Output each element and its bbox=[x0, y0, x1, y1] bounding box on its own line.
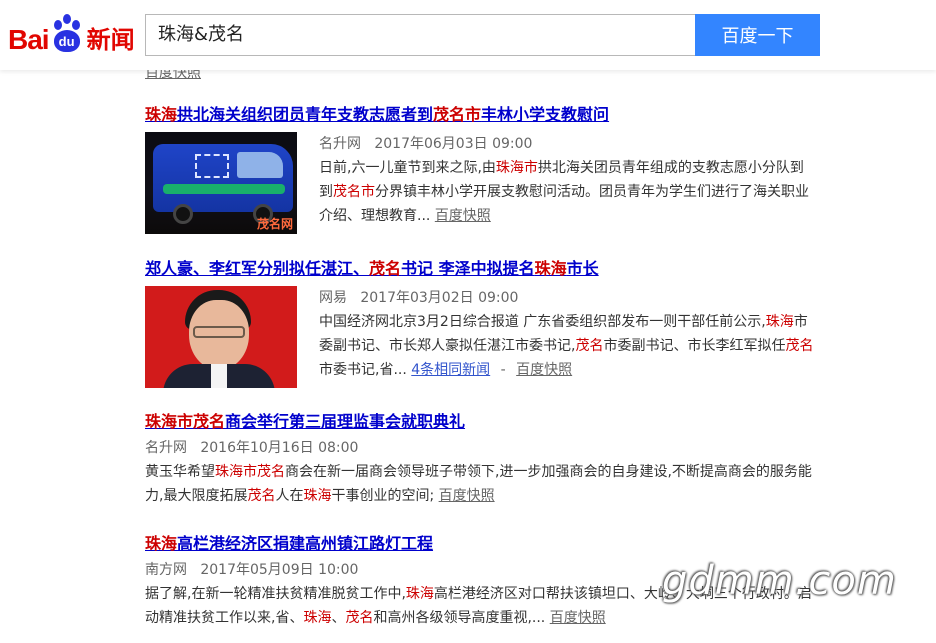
result-meta: 网易 2017年03月02日 09:00 bbox=[319, 286, 814, 310]
text-segment: 郑人豪、李红军分别拟任湛江、 bbox=[145, 259, 370, 278]
logo-du-text: du bbox=[53, 30, 80, 52]
text-segment: 据了解,在新一轮精准扶贫精准脱贫工作中, bbox=[145, 586, 406, 602]
result-title-link[interactable]: 珠海市茂名商会举行第三届理监事会就职典礼 bbox=[145, 411, 825, 433]
highlighted-keyword: 茂名 bbox=[345, 610, 374, 626]
text-segment: 拱北海关组织团员青年支教志愿者到 bbox=[177, 105, 434, 124]
result-summary: 日前,六一儿童节到来之际,由珠海市拱北海关团员青年组成的支教志愿小分队到到茂名市… bbox=[319, 156, 814, 228]
result-source: 南方网 bbox=[145, 562, 187, 578]
text-segment: 中国经济网北京3月2日综合报道 广东省委组织部发布一则干部任前公示, bbox=[319, 314, 766, 330]
result-source: 名升网 bbox=[145, 440, 187, 456]
news-result-2: 郑人豪、李红军分别拟任湛江、茂名书记 李泽中拟提名珠海市长 网易 2017年03… bbox=[145, 258, 825, 388]
highlighted-keyword: 茂名 bbox=[575, 338, 604, 354]
text-segment: 书记 李泽中拟提名 bbox=[401, 259, 535, 278]
text-segment: 日前,六一儿童节到来之际,由 bbox=[319, 160, 496, 176]
search-button[interactable]: 百度一下 bbox=[695, 14, 820, 56]
search-input[interactable]: 珠海&茂名 bbox=[145, 14, 696, 56]
logo-bai-text: Bai bbox=[8, 24, 50, 55]
paw-icon: du bbox=[50, 14, 84, 54]
thumbnail-watermark: 茂名网 bbox=[256, 217, 293, 231]
highlighted-keyword: 茂名 bbox=[247, 488, 276, 504]
result-summary: 中国经济网北京3月2日综合报道 广东省委组织部发布一则干部任前公示,珠海市委副书… bbox=[319, 310, 814, 382]
site-watermark: gdmm.com bbox=[662, 558, 897, 604]
text-segment: 丰林小学支教慰问 bbox=[481, 105, 610, 124]
highlighted-keyword: 珠海 bbox=[303, 610, 332, 626]
result-title-link[interactable]: 郑人豪、李红军分别拟任湛江、茂名书记 李泽中拟提名珠海市长 bbox=[145, 258, 825, 280]
text-segment: 市委副书记、市长李红军拟任 bbox=[603, 338, 786, 354]
highlighted-keyword: 茂名 bbox=[785, 338, 814, 354]
result-date: 2017年03月02日 09:00 bbox=[360, 290, 519, 306]
logo-news-text: 新闻 bbox=[86, 26, 135, 54]
highlighted-keyword: 茂名市 bbox=[433, 105, 482, 124]
result-date: 2017年05月09日 10:00 bbox=[200, 562, 359, 578]
news-result-1: 珠海拱北海关组织团员青年支教志愿者到茂名市丰林小学支教慰问 茂名网 名升网 20… bbox=[145, 104, 825, 234]
highlighted-keyword: 珠海 bbox=[405, 586, 434, 602]
text-segment: 分界镇丰林小学开展支教慰问活动。团员青年为学生们进行了海关职业介绍、理想教育..… bbox=[319, 184, 809, 224]
result-source: 网易 bbox=[319, 290, 347, 306]
related-news-link[interactable]: 4条相同新闻 bbox=[411, 362, 490, 378]
result-meta: 名升网 2016年10月16日 08:00 bbox=[145, 436, 825, 460]
text-segment: 人在 bbox=[275, 488, 304, 504]
result-summary: 黄玉华希望珠海市茂名商会在新一届商会领导班子带领下,进一步加强商会的自身建设,不… bbox=[145, 460, 825, 508]
result-source: 名升网 bbox=[319, 136, 361, 152]
text-segment: 和高州各级领导高度重视,... bbox=[373, 610, 546, 626]
news-result-3: 珠海市茂名商会举行第三届理监事会就职典礼 名升网 2016年10月16日 08:… bbox=[145, 411, 825, 508]
result-thumbnail[interactable]: 茂名网 bbox=[145, 132, 297, 234]
baidu-news-logo[interactable]: Bai du 新闻 bbox=[8, 10, 135, 54]
snapshot-link[interactable]: 百度快照 bbox=[516, 362, 572, 378]
highlighted-keyword: 珠海市茂名 bbox=[145, 412, 226, 431]
result-date: 2017年06月03日 09:00 bbox=[374, 136, 533, 152]
highlighted-keyword: 珠海 bbox=[765, 314, 794, 330]
result-meta: 名升网 2017年06月03日 09:00 bbox=[319, 132, 814, 156]
text-segment: 市委书记,省... bbox=[319, 362, 407, 378]
highlighted-keyword: 珠海 bbox=[145, 105, 178, 124]
highlighted-keyword: 珠海市茂名 bbox=[215, 464, 285, 480]
highlighted-keyword: 珠海 bbox=[145, 534, 178, 553]
snapshot-link[interactable]: 百度快照 bbox=[439, 488, 495, 504]
text-segment: 商会举行第三届理监事会就职典礼 bbox=[225, 412, 466, 431]
text-segment: 高栏港经济区捐建高州镇江路灯工程 bbox=[177, 534, 434, 553]
result-title-link[interactable]: 珠海高栏港经济区捐建高州镇江路灯工程 bbox=[145, 533, 825, 555]
snapshot-link[interactable]: 百度快照 bbox=[550, 610, 606, 626]
text-segment: 干事创业的空间; bbox=[331, 488, 435, 504]
snapshot-link[interactable]: 百度快照 bbox=[435, 208, 491, 224]
highlighted-keyword: 珠海 bbox=[534, 259, 567, 278]
text-segment: 、 bbox=[331, 610, 346, 626]
result-thumbnail[interactable] bbox=[145, 286, 297, 388]
text-segment: 市长 bbox=[566, 259, 599, 278]
header-bar: Bai du 新闻 珠海&茂名 百度一下 bbox=[0, 0, 936, 70]
text-segment: 黄玉华希望 bbox=[145, 464, 215, 480]
result-title-link[interactable]: 珠海拱北海关组织团员青年支教志愿者到茂名市丰林小学支教慰问 bbox=[145, 104, 825, 126]
highlighted-keyword: 珠海 bbox=[303, 488, 332, 504]
link-separator: - bbox=[500, 362, 506, 378]
highlighted-keyword: 茂名 bbox=[369, 259, 402, 278]
highlighted-keyword: 茂名市 bbox=[333, 184, 375, 200]
result-date: 2016年10月16日 08:00 bbox=[200, 440, 359, 456]
highlighted-keyword: 珠海市 bbox=[495, 160, 538, 176]
